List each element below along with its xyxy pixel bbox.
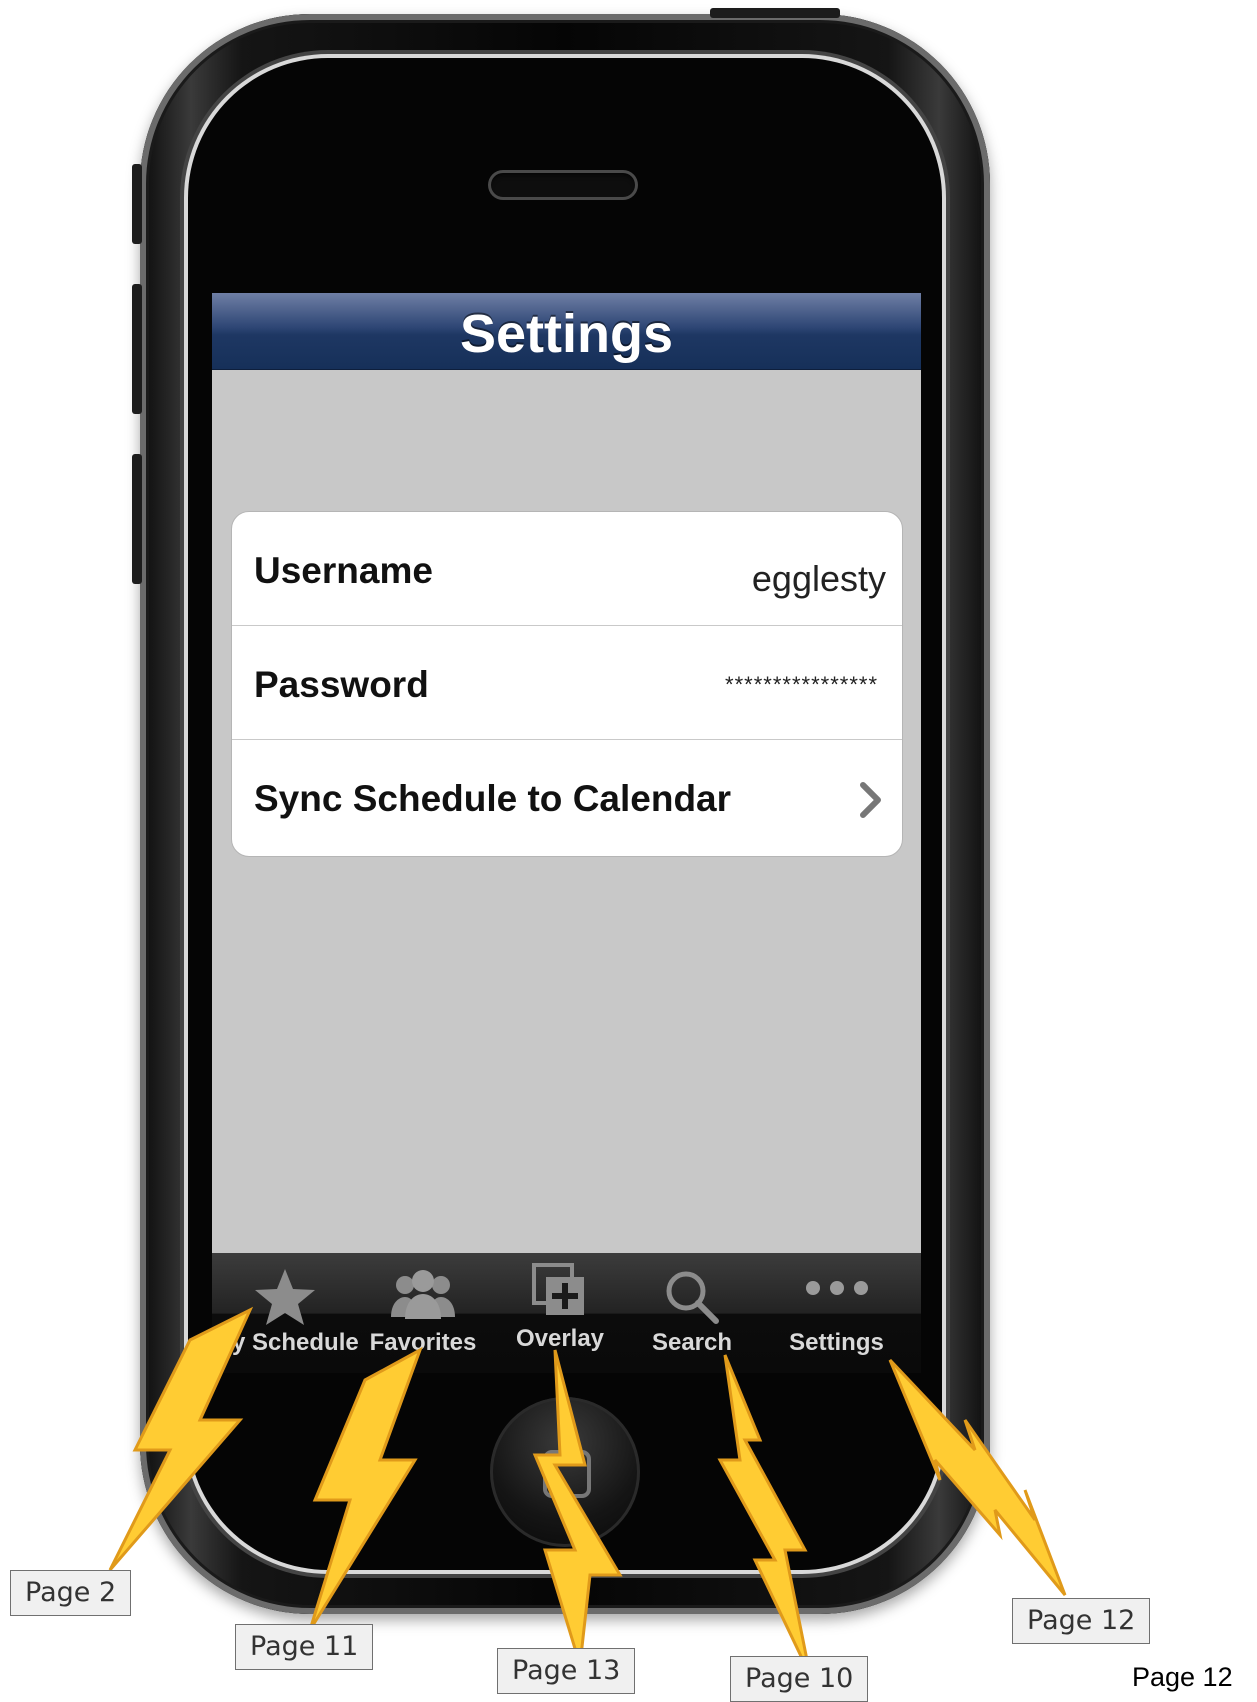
more-icon [805,1281,868,1295]
sync-calendar-row[interactable]: Sync Schedule to Calendar [232,740,902,854]
page-link-12[interactable]: Page 12 [1012,1598,1151,1644]
lightning-bolt-icon [888,1358,1067,1596]
chevron-right-icon [860,782,881,818]
page-link-2[interactable]: Page 2 [10,1570,132,1616]
sync-calendar-label: Sync Schedule to Calendar [254,778,732,819]
overlay-add-icon [532,1263,584,1315]
page-link-10[interactable]: Page 10 [730,1656,869,1702]
people-icon [391,1270,455,1319]
search-icon [666,1271,719,1324]
password-value: **************** [725,672,878,697]
username-value: egglesty [751,558,886,599]
password-label: Password [254,664,429,705]
page-title: Settings [459,304,674,364]
mute-switch [132,164,142,244]
lightning-bolt-icon [308,1346,423,1631]
password-row[interactable]: Password **************** [232,626,902,740]
username-row[interactable]: Username egglesty [232,512,902,626]
page-link-11[interactable]: Page 11 [235,1624,374,1670]
lightning-bolt-icon [532,1349,623,1666]
page-number: Page 12 [1132,1662,1233,1692]
lightning-bolt-icon [717,1354,812,1676]
volume-down-button [132,454,142,584]
navigation-bar: Settings [212,293,921,370]
earpiece-speaker [488,170,638,200]
lightning-bolt-icon [108,1306,254,1571]
volume-up-button [132,284,142,414]
username-label: Username [254,550,433,591]
power-button [710,8,840,18]
settings-group: Username egglesty Password *************… [231,511,903,857]
phone-screen: Settings Username egglesty Password ****… [212,293,921,1373]
page-link-13[interactable]: Page 13 [497,1648,636,1694]
